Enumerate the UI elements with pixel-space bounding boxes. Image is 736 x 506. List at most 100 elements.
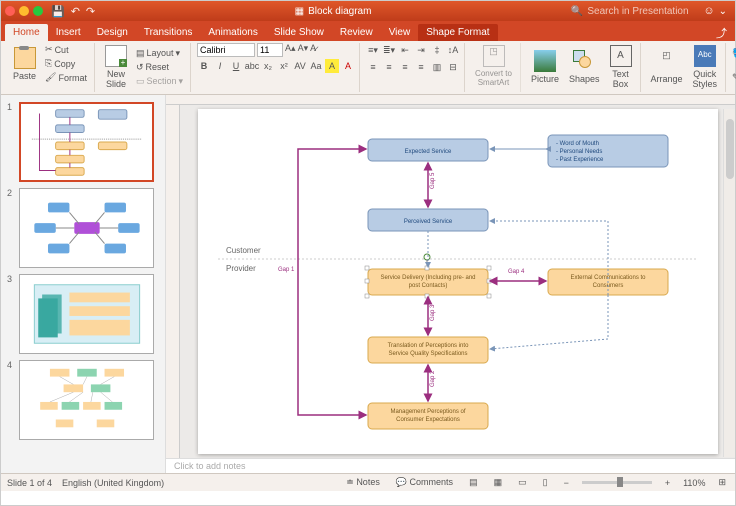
search-input[interactable] xyxy=(587,6,697,17)
quick-styles-button[interactable]: AbcQuick Styles xyxy=(689,43,722,91)
svg-text:- Personal Needs: - Personal Needs xyxy=(556,149,602,155)
provider-label: Provider xyxy=(226,264,256,273)
shape-outline-button[interactable]: ✎Shape Outline ▾ xyxy=(732,67,736,87)
justify-button[interactable]: ≡ xyxy=(414,60,428,74)
redo-icon[interactable]: ↷ xyxy=(86,5,95,18)
maximize-button[interactable] xyxy=(33,6,43,16)
columns-button[interactable]: ▥ xyxy=(430,60,444,74)
font-size-input[interactable] xyxy=(257,43,283,57)
subscript-button[interactable]: x₂ xyxy=(261,59,275,73)
thumbnail-4[interactable] xyxy=(19,360,154,440)
tab-insert[interactable]: Insert xyxy=(48,24,89,41)
svg-text:Expected Service: Expected Service xyxy=(404,149,451,155)
tab-animations[interactable]: Animations xyxy=(200,24,265,41)
scrollbar-vertical[interactable] xyxy=(723,109,735,457)
underline-button[interactable]: U xyxy=(229,59,243,73)
zoom-in[interactable]: + xyxy=(662,478,673,488)
language-status[interactable]: English (United Kingdom) xyxy=(62,478,164,488)
paste-button[interactable]: Paste xyxy=(9,45,40,83)
shape-fill-button[interactable]: 🪣Shape Fill ▾ xyxy=(732,43,736,63)
align-center-button[interactable]: ≡ xyxy=(382,60,396,74)
undo-icon[interactable]: ↶ xyxy=(71,5,80,18)
italic-button[interactable]: I xyxy=(213,59,227,73)
fit-window[interactable]: ⊞ xyxy=(715,477,729,488)
clear-format-button[interactable]: A̷ xyxy=(310,43,316,57)
layout-button[interactable]: ▤Layout ▾ xyxy=(133,47,186,60)
char-spacing-button[interactable]: AV xyxy=(293,59,307,73)
search-box[interactable]: 🔍 xyxy=(571,6,697,17)
indent-left-button[interactable]: ⇤ xyxy=(398,43,412,57)
shapes-button[interactable]: Shapes xyxy=(565,48,604,86)
statusbar: Slide 1 of 4 English (United Kingdom) ≐ … xyxy=(1,473,735,491)
slide[interactable]: Customer Provider Expected Service Perce… xyxy=(198,109,718,454)
tab-view[interactable]: View xyxy=(381,24,419,41)
shrink-font-button[interactable]: A▾ xyxy=(298,43,309,57)
indent-right-button[interactable]: ⇥ xyxy=(414,43,428,57)
line-spacing-button[interactable]: ‡ xyxy=(430,43,444,57)
arrange-button[interactable]: ◰Arrange xyxy=(647,48,687,86)
thumbnail-2[interactable] xyxy=(19,188,154,268)
view-slideshow[interactable]: ▯ xyxy=(540,477,551,488)
align-right-button[interactable]: ≡ xyxy=(398,60,412,74)
tab-home[interactable]: Home xyxy=(5,24,48,41)
slide-canvas: Customer Provider Expected Service Perce… xyxy=(166,95,735,473)
tab-shape-format[interactable]: Shape Format xyxy=(418,24,497,41)
numbering-button[interactable]: ≣▾ xyxy=(382,43,396,57)
close-button[interactable] xyxy=(5,6,15,16)
title-text: Block diagram xyxy=(308,6,371,17)
svg-text:- Past Experience: - Past Experience xyxy=(556,157,604,163)
change-case-button[interactable]: Aa xyxy=(309,59,323,73)
reset-button[interactable]: ↺Reset xyxy=(133,61,186,74)
notes-toggle[interactable]: ≐ Notes xyxy=(343,477,383,488)
textbox-button[interactable]: AText Box xyxy=(606,43,636,91)
document-title: ▦ Block diagram xyxy=(95,6,571,17)
picture-button[interactable]: Picture xyxy=(527,48,563,86)
format-painter-button[interactable]: 🖌Format xyxy=(42,71,90,84)
customer-label: Customer xyxy=(226,246,261,255)
text-direction-button[interactable]: ↕A xyxy=(446,43,460,57)
new-slide-button[interactable]: + New Slide xyxy=(101,43,131,91)
thumbnail-1[interactable] xyxy=(19,102,154,182)
tab-review[interactable]: Review xyxy=(332,24,381,41)
tab-slideshow[interactable]: Slide Show xyxy=(266,24,332,41)
save-icon[interactable]: 💾 xyxy=(51,5,65,18)
section-icon: ▭ xyxy=(136,76,145,87)
cut-button[interactable]: ✂Cut xyxy=(42,43,90,56)
strike-button[interactable]: abc xyxy=(245,59,259,73)
notes-pane[interactable]: Click to add notes xyxy=(166,458,735,473)
bullets-button[interactable]: ≡▾ xyxy=(366,43,380,57)
highlight-button[interactable]: A xyxy=(325,59,339,73)
comments-toggle[interactable]: 💬 Comments xyxy=(393,477,456,488)
view-normal[interactable]: ▤ xyxy=(466,477,481,488)
align-left-button[interactable]: ≡ xyxy=(366,60,380,74)
section-button[interactable]: ▭Section ▾ xyxy=(133,75,186,88)
ruler-vertical xyxy=(166,105,180,458)
layout-icon: ▤ xyxy=(136,48,145,59)
slide-area[interactable]: Customer Provider Expected Service Perce… xyxy=(180,105,735,458)
superscript-button[interactable]: x² xyxy=(277,59,291,73)
minimize-button[interactable] xyxy=(19,6,29,16)
grow-font-button[interactable]: A▴ xyxy=(285,43,296,57)
copy-button[interactable]: ⎘Copy xyxy=(42,57,90,70)
view-reading[interactable]: ▭ xyxy=(515,477,530,488)
font-color-button[interactable]: A xyxy=(341,59,355,73)
font-name-input[interactable] xyxy=(197,43,255,57)
zoom-level[interactable]: 110% xyxy=(683,478,705,488)
feedback-icon[interactable]: ☺ xyxy=(703,5,714,17)
zoom-out[interactable]: − xyxy=(561,478,572,488)
tab-design[interactable]: Design xyxy=(89,24,136,41)
slide-thumbnails: 1 2 3 4 xyxy=(1,95,166,473)
share-button[interactable]: ⤴ xyxy=(712,25,731,41)
zoom-slider[interactable] xyxy=(582,481,652,484)
bold-button[interactable]: B xyxy=(197,59,211,73)
align-text-button[interactable]: ⊟ xyxy=(446,60,460,74)
convert-smartart-button[interactable]: ◳ Convert to SmartArt xyxy=(471,43,516,89)
titlebar: 💾 ↶ ↷ ▦ Block diagram 🔍 ☺ ⌄ xyxy=(1,1,735,21)
tab-transitions[interactable]: Transitions xyxy=(136,24,201,41)
expand-icon[interactable]: ⌄ xyxy=(719,6,727,17)
view-sorter[interactable]: ▦ xyxy=(491,477,506,488)
pen-icon: ✎ xyxy=(732,72,736,83)
thumbnail-3[interactable] xyxy=(19,274,154,354)
svg-text:Gap 4: Gap 4 xyxy=(508,269,525,275)
svg-text:Perceived Service: Perceived Service xyxy=(403,219,452,225)
